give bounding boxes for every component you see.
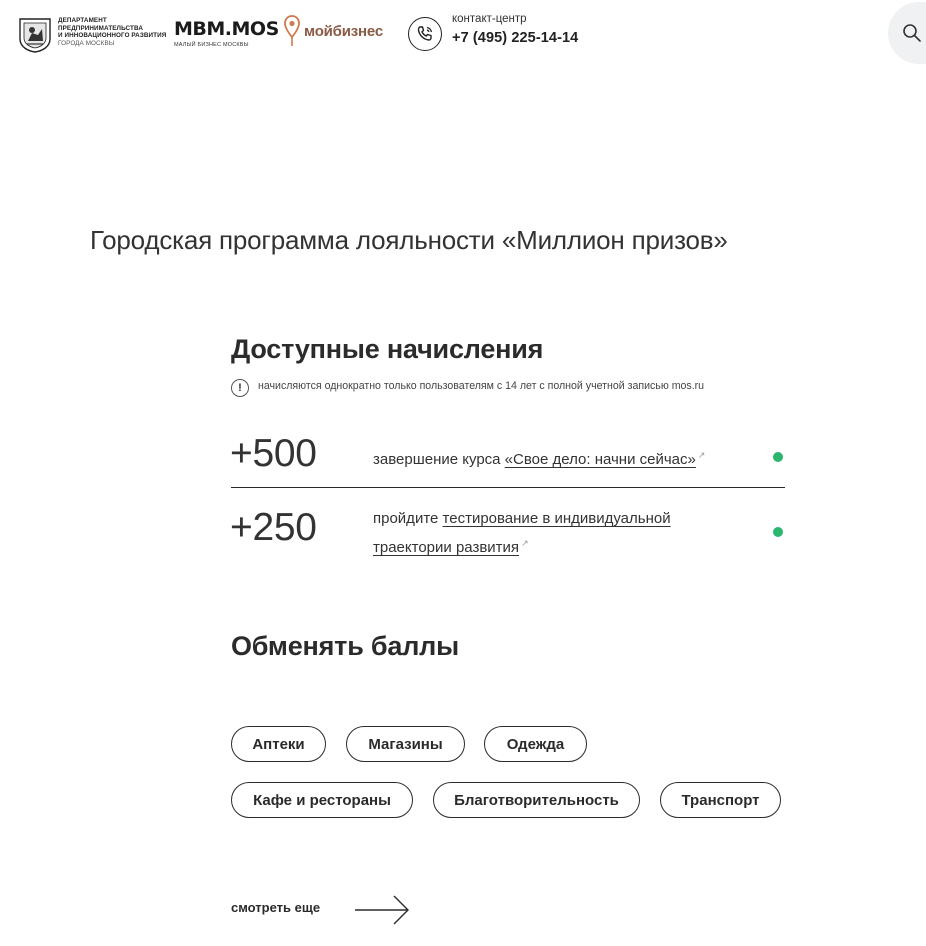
phone-icon: [417, 26, 433, 41]
dept-logo[interactable]: Департамент предпринимательства и иннова…: [18, 17, 178, 53]
accrual-description: пройдите тестирование в индивидуальной т…: [373, 510, 671, 556]
arrow-right-icon[interactable]: [354, 894, 412, 926]
accrual-points: +250: [230, 506, 317, 549]
exchange-heading: Обменять баллы: [231, 631, 459, 661]
dept-name: Департамент предпринимательства и иннова…: [58, 17, 167, 47]
category-chip-shops[interactable]: Магазины: [346, 726, 465, 762]
info-icon: !: [231, 379, 249, 397]
moi-biznes-name: мойбизнес: [304, 22, 383, 40]
moscow-crest-icon: [19, 18, 51, 53]
map-pin-icon: [284, 15, 300, 46]
contact-label: контакт-центр: [452, 13, 527, 25]
external-link-icon: ↗: [697, 450, 706, 460]
category-chip-transport[interactable]: Транспорт: [660, 782, 781, 818]
external-link-icon: ↗: [521, 538, 529, 548]
search-icon: [903, 24, 921, 42]
accrual-description: завершение курса «Свое дело: начни сейча…: [373, 450, 706, 468]
page-title: Городская программа лояльности «Миллион …: [90, 225, 728, 255]
accruals-heading: Доступные начисления: [231, 334, 544, 364]
accrual-points: +500: [230, 432, 317, 475]
divider: [231, 487, 785, 488]
category-chip-pharmacies[interactable]: Аптеки: [231, 726, 326, 762]
status-dot: [773, 527, 783, 537]
category-chip-clothes[interactable]: Одежда: [484, 726, 587, 762]
mbm-mos-logo[interactable]: MBM.MOS малый бизнес москвы: [174, 19, 279, 48]
phone-button[interactable]: [408, 17, 442, 51]
category-chip-cafes[interactable]: Кафе и рестораны: [231, 782, 413, 818]
mbm-mos-name: MBM.MOS: [174, 18, 279, 40]
accruals-note: начисляются однократно только пользовате…: [258, 380, 705, 392]
category-chip-charity[interactable]: Благотворительность: [433, 782, 640, 818]
contact-phone[interactable]: +7 (495) 225-14-14: [452, 30, 578, 46]
moi-biznes-logo[interactable]: мойбизнес: [284, 15, 383, 47]
mbm-mos-subtitle: малый бизнес москвы: [174, 42, 249, 48]
status-dot: [773, 452, 783, 462]
search-button[interactable]: [888, 2, 926, 64]
course-link[interactable]: «Свое дело: начни сейчас»: [505, 451, 696, 468]
contact-center: контакт-центр +7 (495) 225-14-14: [452, 13, 578, 46]
see-more-link[interactable]: смотреть еще: [231, 900, 320, 915]
